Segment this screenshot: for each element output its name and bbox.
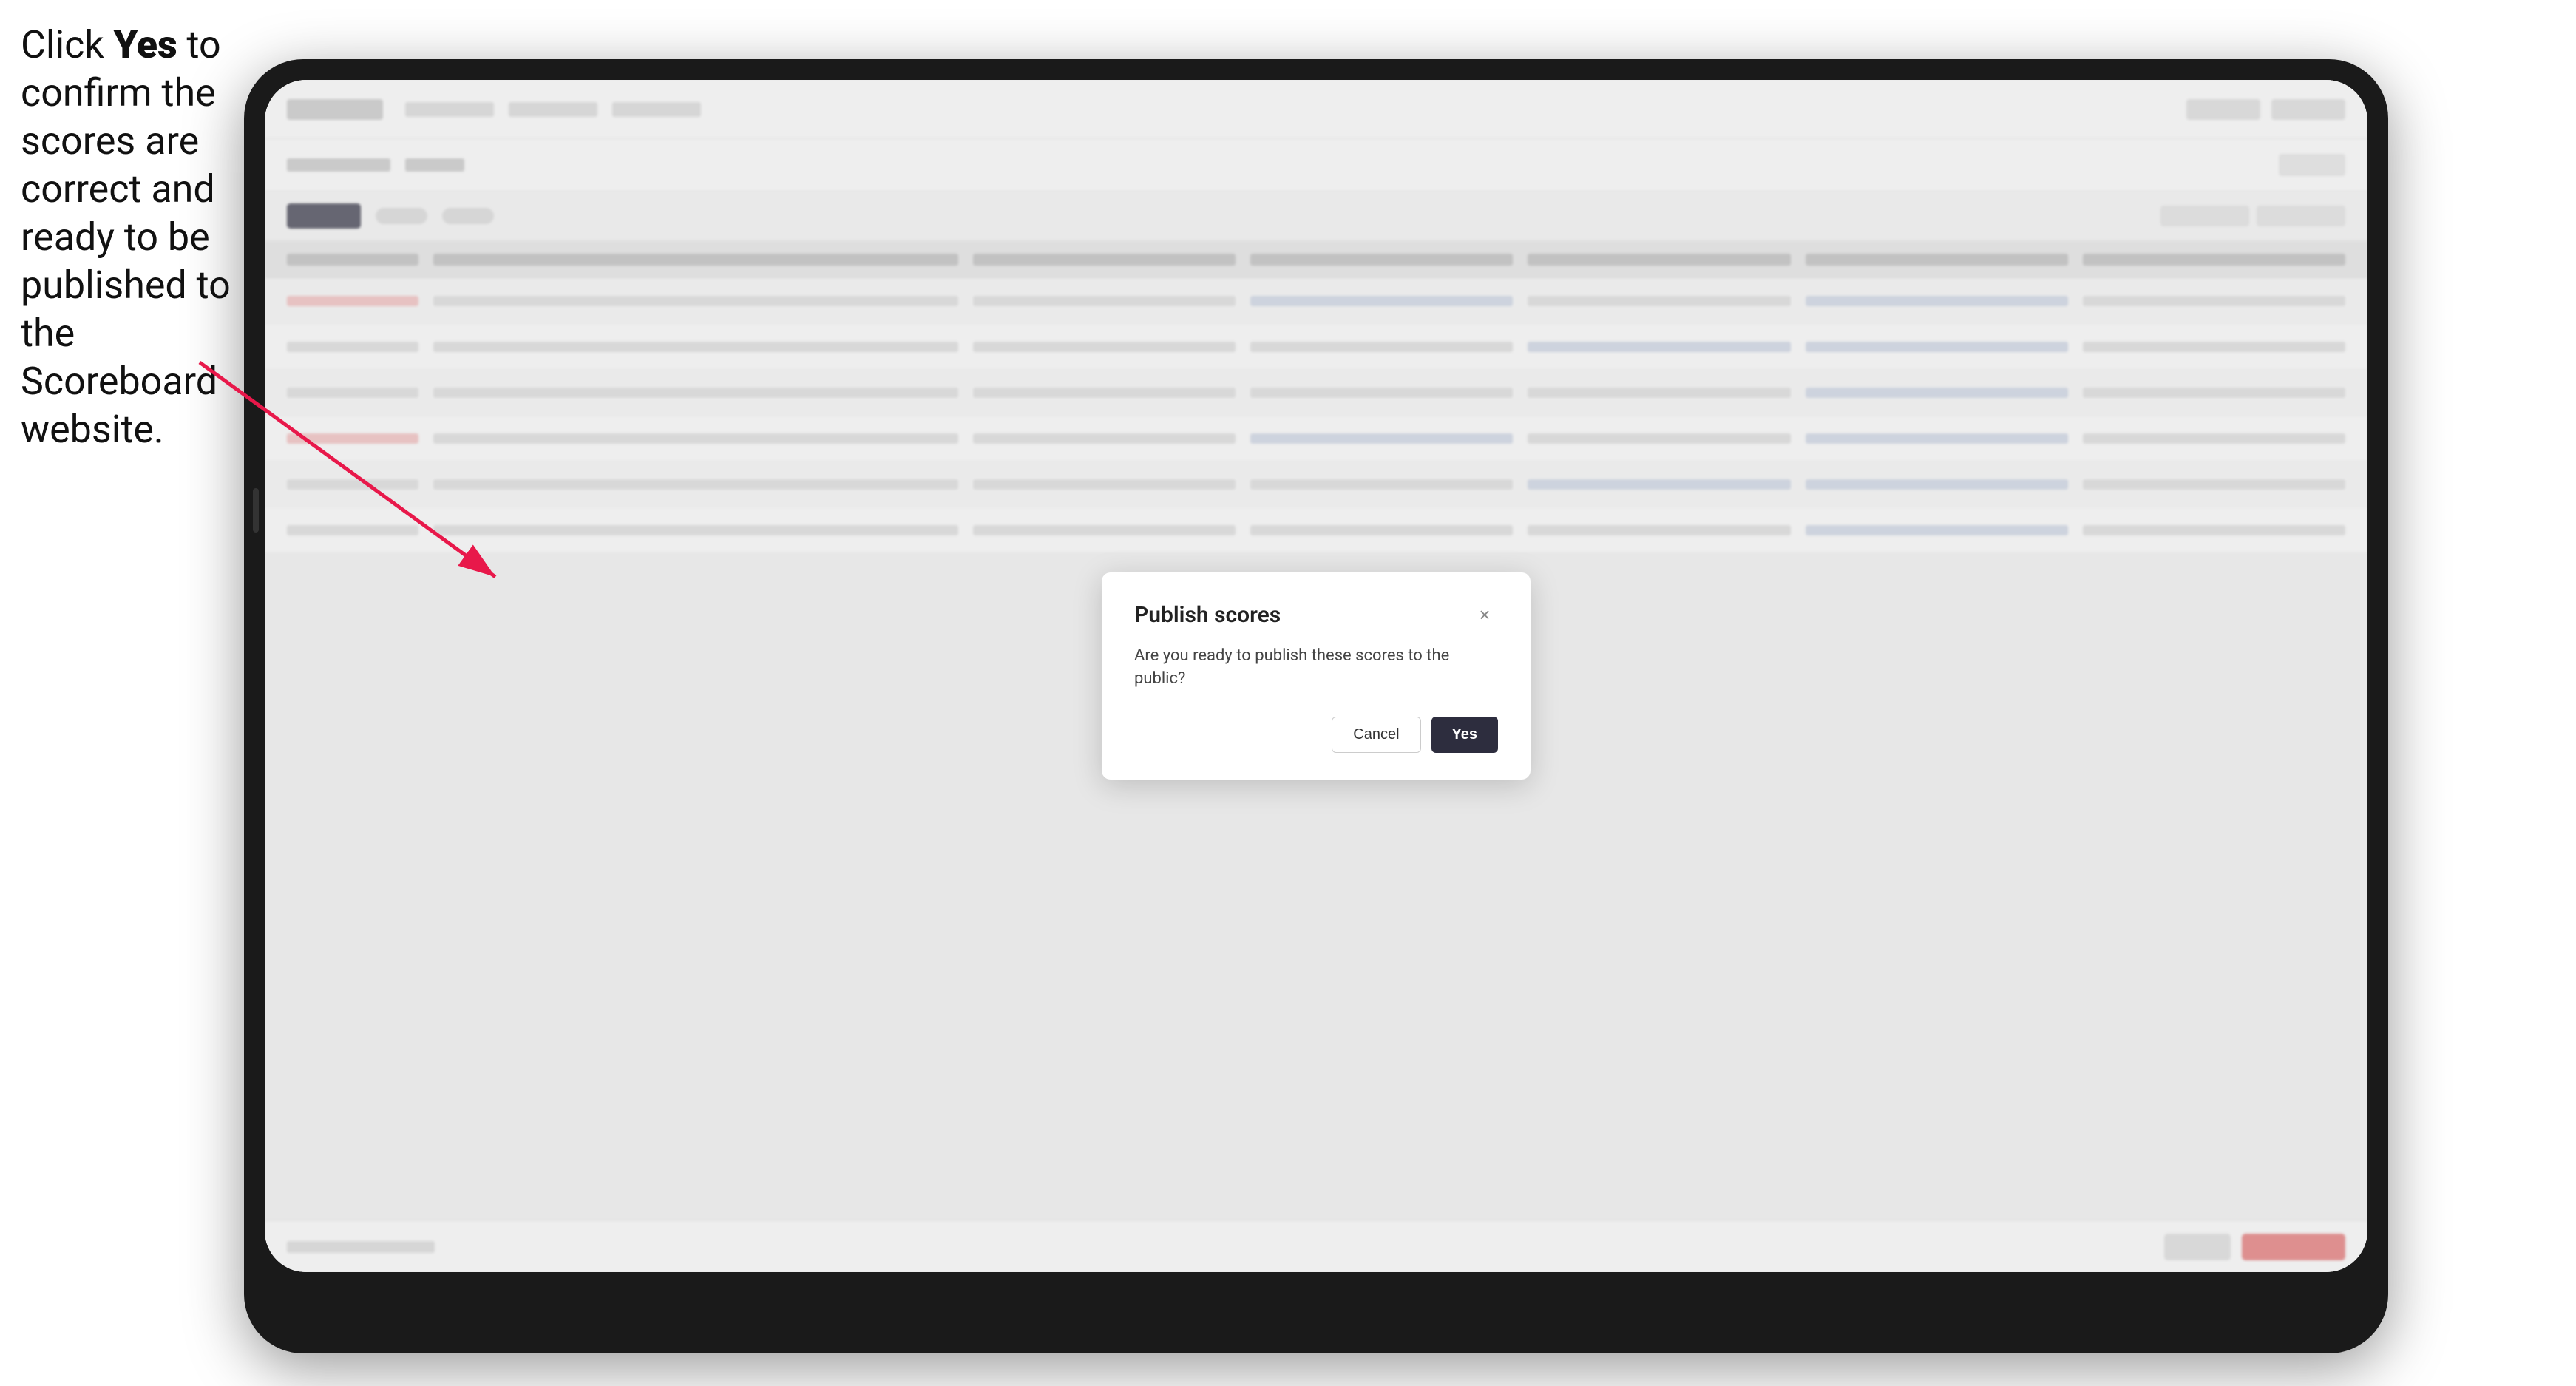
publish-scores-dialog: Publish scores × Are you ready to publis… (1102, 572, 1531, 780)
instruction-text: Click Yes to confirm the scores are corr… (21, 21, 235, 453)
modal-title: Publish scores (1134, 602, 1281, 628)
modal-body-text: Are you ready to publish these scores to… (1134, 645, 1498, 691)
instruction-part1: Click (21, 22, 114, 67)
tablet-screen: Publish scores × Are you ready to publis… (265, 80, 2367, 1272)
modal-footer: Cancel Yes (1134, 717, 1498, 753)
instruction-part2: to confirm the scores are correct and re… (21, 22, 231, 452)
modal-header: Publish scores × (1134, 602, 1498, 629)
modal-overlay: Publish scores × Are you ready to publis… (265, 80, 2367, 1272)
instruction-bold: Yes (114, 22, 177, 67)
tablet-side-button (253, 488, 259, 533)
screen-content: Publish scores × Are you ready to publis… (265, 80, 2367, 1272)
tablet-device: Publish scores × Are you ready to publis… (244, 59, 2388, 1353)
modal-yes-button[interactable]: Yes (1431, 717, 1498, 753)
modal-cancel-button[interactable]: Cancel (1332, 717, 1420, 753)
modal-close-button[interactable]: × (1471, 602, 1498, 629)
